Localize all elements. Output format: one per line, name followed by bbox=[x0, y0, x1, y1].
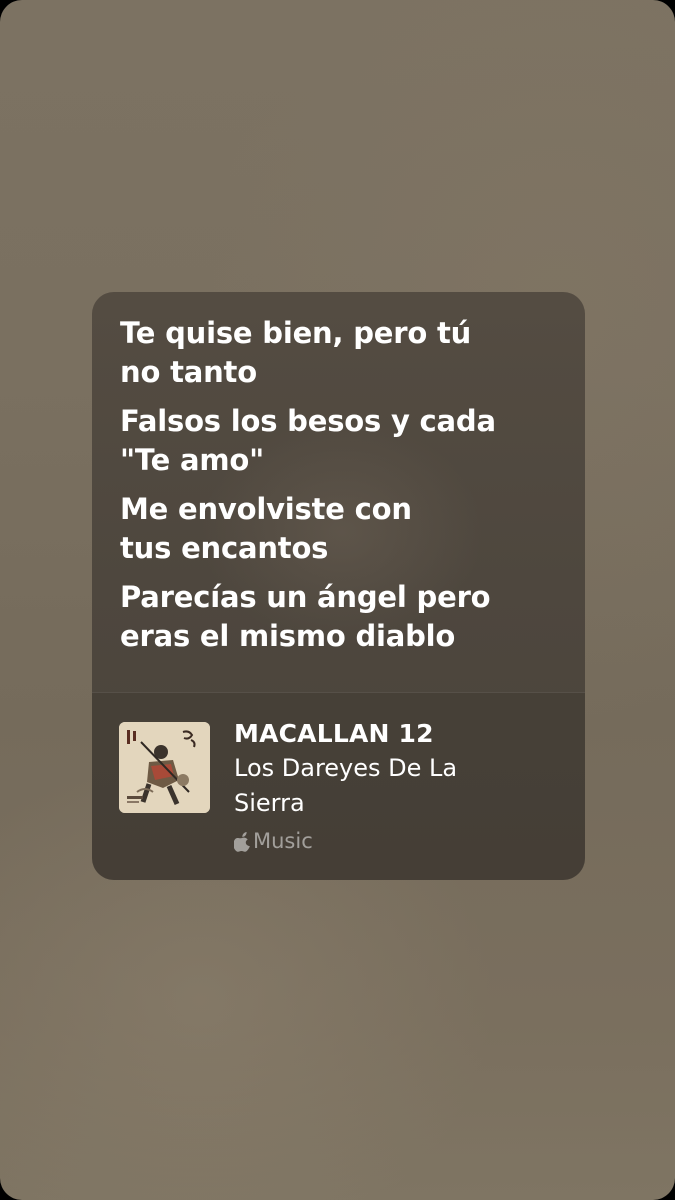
track-info[interactable]: MACALLAN 12 Los Dareyes De La Sierra Mus… bbox=[92, 693, 585, 880]
lyric-line: Te quise bien, pero tú no tanto bbox=[120, 316, 472, 389]
apple-music-badge[interactable]: Music bbox=[234, 829, 313, 853]
story-screen: Te quise bien, pero tú no tanto Falsos l… bbox=[0, 0, 675, 1200]
lyrics-card[interactable]: Te quise bien, pero tú no tanto Falsos l… bbox=[92, 292, 585, 880]
provider-label: Music bbox=[253, 829, 313, 853]
track-title: MACALLAN 12 bbox=[234, 719, 434, 748]
album-cover-image[interactable] bbox=[119, 722, 210, 813]
lyric-line: Falsos los besos y cada "Te amo" bbox=[120, 404, 496, 477]
apple-logo-icon bbox=[234, 831, 250, 852]
lyric-line: Parecías un ángel pero eras el mismo dia… bbox=[120, 580, 491, 653]
lyric-line: Me envolviste con tus encantos bbox=[120, 492, 412, 565]
album-cover-artwork bbox=[119, 722, 210, 813]
track-artist: Los Dareyes De La Sierra bbox=[234, 754, 458, 817]
lyrics-block: Te quise bien, pero tú no tanto Falsos l… bbox=[120, 314, 560, 666]
